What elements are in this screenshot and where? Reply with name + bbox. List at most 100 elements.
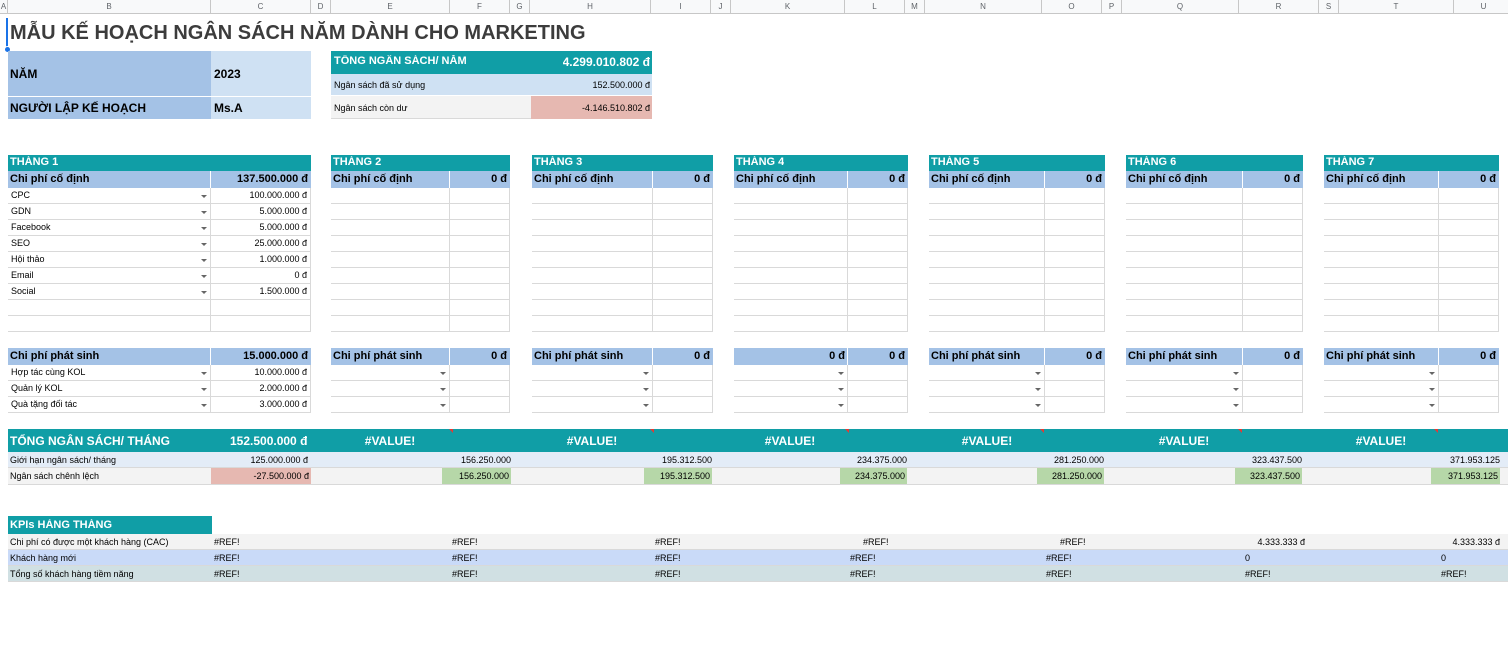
variable-item-name[interactable]: Quà tặng đối tác <box>8 397 211 413</box>
variable-item-name[interactable] <box>532 397 653 413</box>
fixed-item-name[interactable] <box>734 220 848 236</box>
fixed-item-name[interactable] <box>331 268 450 284</box>
fixed-item-name[interactable] <box>734 300 848 316</box>
variable-item-value[interactable] <box>1439 365 1499 381</box>
fixed-item-name[interactable] <box>331 252 450 268</box>
fixed-cost-header[interactable]: Chi phí cố định 0 đ <box>1324 171 1499 188</box>
variable-cost-header[interactable]: Chi phí phát sinh 15.000.000 đ <box>8 348 311 365</box>
column-header-s[interactable]: S <box>1319 0 1339 14</box>
chevron-down-icon[interactable] <box>201 211 207 214</box>
fixed-item-value[interactable] <box>653 268 713 284</box>
fixed-item-value[interactable] <box>848 204 908 220</box>
fixed-item-value[interactable] <box>848 300 908 316</box>
fixed-item-value[interactable] <box>1439 220 1499 236</box>
fixed-item-name[interactable] <box>331 236 450 252</box>
variable-cost-header[interactable]: Chi phí phát sinh 0 đ <box>1324 348 1499 365</box>
year-label-cell[interactable]: NĂM <box>8 51 211 97</box>
variable-item-name[interactable] <box>929 365 1045 381</box>
fixed-item-value[interactable] <box>848 268 908 284</box>
fixed-item-name[interactable] <box>1324 252 1439 268</box>
fixed-item-value[interactable] <box>1243 236 1303 252</box>
variable-item-name[interactable] <box>1126 397 1243 413</box>
fixed-item-value[interactable] <box>1045 284 1105 300</box>
fixed-cost-header[interactable]: Chi phí cố định 0 đ <box>331 171 510 188</box>
fixed-item-name[interactable]: Email <box>8 268 211 284</box>
chevron-down-icon[interactable] <box>201 259 207 262</box>
fixed-item-name[interactable] <box>1324 268 1439 284</box>
fixed-item-name[interactable] <box>331 284 450 300</box>
fixed-item-name[interactable] <box>929 252 1045 268</box>
variable-item-name[interactable] <box>929 381 1045 397</box>
column-header-a[interactable]: A <box>0 0 8 14</box>
column-header-l[interactable]: L <box>845 0 905 14</box>
fixed-item-name[interactable] <box>929 204 1045 220</box>
column-header-q[interactable]: Q <box>1122 0 1239 14</box>
fixed-item-value[interactable] <box>450 252 510 268</box>
fixed-item-name[interactable] <box>532 300 653 316</box>
year-value-cell[interactable]: 2023 <box>211 51 311 97</box>
fixed-item-value[interactable] <box>1045 252 1105 268</box>
variable-cost-header[interactable]: Chi phí phát sinh 0 đ <box>929 348 1105 365</box>
fixed-cost-header[interactable]: Chi phí cố định 137.500.000 đ <box>8 171 311 188</box>
fixed-item-value[interactable] <box>653 188 713 204</box>
fixed-item-name[interactable] <box>929 284 1045 300</box>
fixed-item-value[interactable] <box>1243 268 1303 284</box>
variable-item-name[interactable] <box>734 397 848 413</box>
fixed-item-value[interactable] <box>848 236 908 252</box>
fixed-item-value[interactable] <box>1045 236 1105 252</box>
variable-item-value[interactable] <box>1045 365 1105 381</box>
column-header-j[interactable]: J <box>711 0 731 14</box>
fixed-item-value[interactable] <box>450 284 510 300</box>
variable-item-value[interactable] <box>1439 381 1499 397</box>
chevron-down-icon[interactable] <box>201 243 207 246</box>
fixed-item-name[interactable] <box>1324 284 1439 300</box>
month-title-cell[interactable]: THÁNG 3 <box>532 155 713 171</box>
fixed-item-value[interactable] <box>1045 220 1105 236</box>
variable-item-name[interactable] <box>331 381 450 397</box>
column-header-b[interactable]: B <box>8 0 211 14</box>
variable-item-value[interactable] <box>848 397 908 413</box>
fixed-item-name[interactable] <box>1126 316 1243 332</box>
fixed-item-value[interactable] <box>450 188 510 204</box>
variable-item-value[interactable] <box>1243 365 1303 381</box>
fixed-item-name[interactable] <box>1126 284 1243 300</box>
fixed-item-value[interactable] <box>450 316 510 332</box>
fixed-item-value[interactable] <box>450 220 510 236</box>
fixed-item-name[interactable] <box>1126 220 1243 236</box>
fixed-item-value[interactable] <box>1439 252 1499 268</box>
fixed-item-value[interactable] <box>450 204 510 220</box>
fixed-item-value[interactable]: 5.000.000 đ <box>211 220 311 236</box>
fixed-item-name[interactable] <box>1324 236 1439 252</box>
fixed-item-name[interactable] <box>8 300 211 316</box>
fixed-item-name[interactable] <box>331 316 450 332</box>
variable-item-name[interactable] <box>532 381 653 397</box>
chevron-down-icon[interactable] <box>201 227 207 230</box>
variable-item-value[interactable] <box>848 381 908 397</box>
variable-item-value[interactable]: 2.000.000 đ <box>211 381 311 397</box>
column-header-d[interactable]: D <box>311 0 331 14</box>
fixed-cost-header[interactable]: Chi phí cố định 0 đ <box>929 171 1105 188</box>
total-year-header[interactable]: TỔNG NGÂN SÁCH/ NĂM 4.299.010.802 đ <box>331 51 652 74</box>
fixed-item-value[interactable] <box>1243 284 1303 300</box>
variable-item-name[interactable] <box>1324 397 1439 413</box>
chevron-down-icon[interactable] <box>440 388 446 391</box>
fixed-item-name[interactable] <box>331 204 450 220</box>
fixed-item-name[interactable] <box>1126 300 1243 316</box>
fixed-item-value[interactable] <box>450 268 510 284</box>
fixed-item-name[interactable] <box>1126 204 1243 220</box>
variable-item-name[interactable] <box>532 365 653 381</box>
fixed-item-name[interactable] <box>532 204 653 220</box>
fixed-item-name[interactable] <box>1324 300 1439 316</box>
column-header-r[interactable]: R <box>1239 0 1319 14</box>
column-header-h[interactable]: H <box>530 0 651 14</box>
fixed-item-name[interactable] <box>1324 188 1439 204</box>
fixed-item-value[interactable] <box>211 316 311 332</box>
month-title-cell[interactable]: THÁNG 6 <box>1126 155 1303 171</box>
fixed-item-name[interactable] <box>532 252 653 268</box>
fixed-item-value[interactable] <box>1439 188 1499 204</box>
fixed-item-name[interactable] <box>734 204 848 220</box>
fixed-item-name[interactable] <box>8 316 211 332</box>
chevron-down-icon[interactable] <box>1429 388 1435 391</box>
fixed-cost-header[interactable]: Chi phí cố định 0 đ <box>532 171 713 188</box>
chevron-down-icon[interactable] <box>1233 388 1239 391</box>
